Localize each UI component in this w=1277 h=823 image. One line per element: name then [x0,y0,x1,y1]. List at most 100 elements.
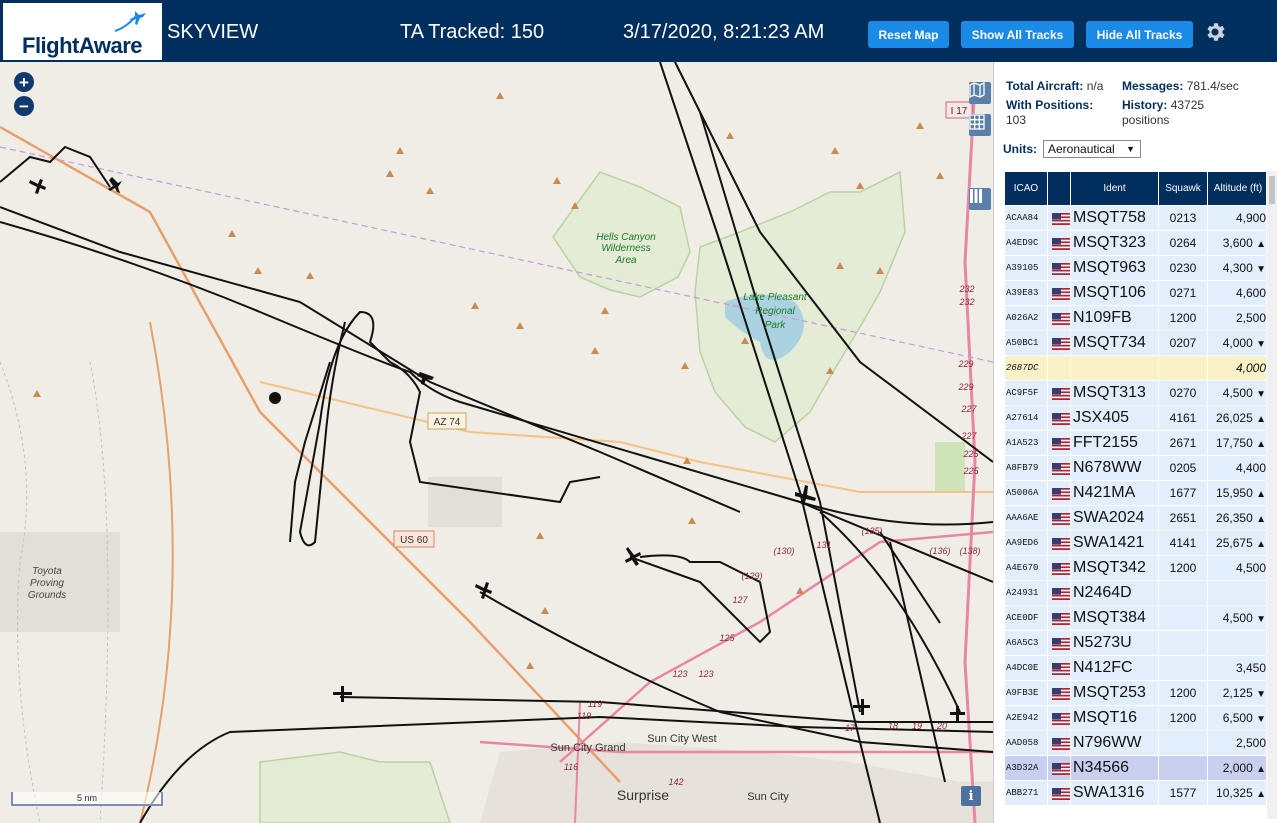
us-flag-icon [1052,787,1070,800]
table-row[interactable]: A39105 MSQT963 0230 4,300 ▼ [1005,256,1266,280]
map-canvas[interactable]: Hells Canyon Wilderness Area Lake Pleasa… [0,62,993,823]
table-row[interactable]: ABB271 SWA1316 1577 10,325 ▲ [1005,781,1266,805]
column-squawk[interactable]: Squawk [1159,172,1207,205]
show-all-tracks-button[interactable]: Show All Tracks [961,21,1074,48]
table-scrollbar[interactable] [1267,171,1277,819]
cell-squawk: 0230 [1159,256,1207,280]
cell-icao: A4ED9C [1005,231,1047,255]
table-row[interactable]: AC9F5F MSQT313 0270 4,500 ▼ [1005,381,1266,405]
us-flag-icon [1052,337,1070,350]
cell-ident: N796WW [1071,731,1158,755]
table-row[interactable]: A27614 JSX405 4161 26,025 ▲ [1005,406,1266,430]
cell-ident: JSX405 [1071,406,1158,430]
us-flag-icon [1052,737,1070,750]
aircraft-table[interactable]: ICAO Ident Squawk Altitude (ft) ACAA84 MS… [1004,171,1266,819]
cell-altitude: 4,600 [1208,281,1266,305]
us-flag-icon [1052,387,1070,400]
cell-icao: AAA6AE [1005,506,1047,530]
cell-flag [1048,431,1070,455]
cell-icao: A9FB3E [1005,681,1047,705]
us-flag-icon [1052,412,1070,425]
table-row[interactable]: A4ED9C MSQT323 0264 3,600 ▲ [1005,231,1266,255]
table-row[interactable]: ACAA84 MSQT758 0213 4,900 [1005,206,1266,230]
chevron-down-icon: ▼ [1126,144,1135,154]
road-shield-az74: AZ 74 [427,412,467,430]
svg-text:123: 123 [698,669,713,679]
table-row[interactable]: A39E83 MSQT106 0271 4,600 [1005,281,1266,305]
column-altitude[interactable]: Altitude (ft) [1208,172,1266,205]
table-row[interactable]: A4E670 MSQT342 1200 4,500 [1005,556,1266,580]
column-icao[interactable]: ICAO [1005,172,1047,205]
table-row[interactable]: AA9ED6 SWA1421 4141 25,675 ▲ [1005,531,1266,555]
cell-squawk [1159,581,1207,605]
cell-icao: A1A523 [1005,431,1047,455]
table-scrollbar-thumb[interactable] [1269,176,1275,204]
cell-altitude: 25,675 ▲ [1208,531,1266,555]
cell-squawk: 0264 [1159,231,1207,255]
cell-flag [1048,681,1070,705]
cell-icao: A27614 [1005,406,1047,430]
map-view[interactable]: Hells Canyon Wilderness Area Lake Pleasa… [0,62,993,823]
table-row[interactable]: A8FB79 N678WW 0205 4,400 [1005,456,1266,480]
svg-text:US 60: US 60 [400,535,428,546]
table-row[interactable]: A2E942 MSQT16 1200 6,500 ▼ [1005,706,1266,730]
table-row[interactable]: AAA6AE SWA2024 2651 26,350 ▲ [1005,506,1266,530]
cell-ident [1071,356,1158,380]
table-row[interactable]: A9FB3E MSQT253 1200 2,125 ▼ [1005,681,1266,705]
us-flag-icon [1052,312,1070,325]
us-flag-icon [1052,262,1070,275]
info-button[interactable]: i [961,786,981,806]
svg-text:227: 227 [960,404,977,414]
hide-all-tracks-button[interactable]: Hide All Tracks [1086,21,1193,48]
table-row[interactable]: A1A523 FFT2155 2671 17,750 ▲ [1005,431,1266,455]
map-layers-icon[interactable] [969,82,991,104]
cell-altitude [1208,581,1266,605]
altitude-trend-icon: ▲ [1256,239,1266,250]
altitude-trend-icon: ▲ [1256,439,1266,450]
zoom-out-button[interactable]: − [14,96,34,116]
cell-ident: N678WW [1071,456,1158,480]
cell-altitude: 4,500 ▼ [1208,606,1266,630]
gear-icon[interactable] [1203,20,1227,44]
table-row[interactable]: A5006A N421MA 1677 15,950 ▲ [1005,481,1266,505]
map-label-area: Area [614,255,637,266]
columns-toggle-icon[interactable] [969,188,991,210]
us-flag-icon [1052,662,1070,675]
column-flag[interactable] [1048,172,1070,205]
table-row[interactable]: A3D32A N34566 2,000 ▲ [1005,756,1266,780]
svg-text:225: 225 [962,466,979,476]
cell-icao: A8FB79 [1005,456,1047,480]
us-flag-icon [1052,562,1070,575]
column-ident[interactable]: Ident [1071,172,1158,205]
altitude-trend-icon: ▼ [1256,614,1266,625]
cell-squawk: 1200 [1159,556,1207,580]
table-row[interactable]: A4DC0E N412FC 3,450 [1005,656,1266,680]
cell-ident: FFT2155 [1071,431,1158,455]
table-row[interactable]: ACE0DF MSQT384 4,500 ▼ [1005,606,1266,630]
us-flag-icon [1052,487,1070,500]
table-row[interactable]: A026A2 N109FB 1200 2,500 [1005,306,1266,330]
cell-flag [1048,481,1070,505]
units-selected-value: Aeronautical [1048,142,1115,156]
table-row[interactable]: AAD058 N796WW 2,500 [1005,731,1266,755]
svg-text:232: 232 [958,284,974,294]
reset-map-button[interactable]: Reset Map [868,21,949,48]
map-label-sun-city-grand: Sun City Grand [550,742,625,754]
flightaware-logo[interactable]: FlightAware [3,3,162,60]
map-label-toyota: Toyota [32,566,62,577]
table-row[interactable]: A24931 N2464D [1005,581,1266,605]
cell-squawk: 1577 [1159,781,1207,805]
table-row[interactable]: A6A5C3 N5273U [1005,631,1266,655]
units-select[interactable]: Aeronautical ▼ [1043,140,1141,158]
cell-flag [1048,631,1070,655]
table-row[interactable]: 2687DC 4,000 [1005,356,1266,380]
map-label-lake-pleasant: Lake Pleasant [743,292,808,303]
zoom-in-button[interactable]: + [14,72,34,92]
cell-altitude: 10,325 ▲ [1208,781,1266,805]
us-flag-icon [1052,587,1070,600]
svg-text:119: 119 [577,711,591,721]
cell-altitude: 4,500 [1208,556,1266,580]
grid-icon[interactable] [969,114,991,136]
table-row[interactable]: A50BC1 MSQT734 0207 4,000 ▼ [1005,331,1266,355]
cell-icao: 2687DC [1005,356,1047,380]
